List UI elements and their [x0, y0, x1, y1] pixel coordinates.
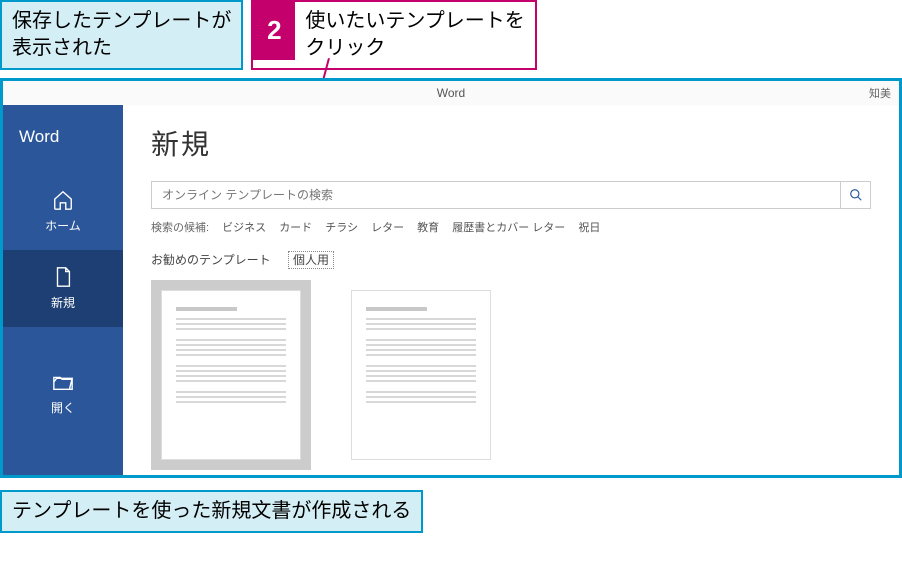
- sidebar-item-home[interactable]: ホーム: [3, 173, 123, 250]
- suggest-link[interactable]: チラシ: [325, 222, 358, 234]
- sidebar: Word ホーム 新規 開く: [3, 105, 123, 475]
- search-button[interactable]: [841, 181, 871, 209]
- template-thumbnail: [351, 290, 491, 460]
- suggest-link[interactable]: レター: [371, 222, 404, 234]
- suggest-link[interactable]: 教育: [417, 222, 439, 234]
- sidebar-label: 開く: [51, 399, 75, 416]
- main-panel: 新規 検索の候補: ビジネス カード チラシ レター 教育 履歴書とカバー レ: [123, 105, 899, 475]
- document-icon: [52, 266, 74, 288]
- word-window: Word 知美 Word ホーム 新規 開く: [0, 78, 902, 478]
- search-input[interactable]: [151, 181, 841, 209]
- callout-text: 保存したテンプレートが 表示された: [12, 10, 231, 59]
- template-label: 業務日報: [199, 474, 243, 475]
- template-card[interactable]: 業務日報: [151, 280, 311, 475]
- search-suggestions: 検索の候補: ビジネス カード チラシ レター 教育 履歴書とカバー レター 祝…: [151, 219, 871, 235]
- suggest-link[interactable]: ビジネス: [222, 222, 266, 234]
- sidebar-item-open[interactable]: 開く: [3, 355, 123, 432]
- callout-text: テンプレートを使った新規文書が作成される: [12, 500, 411, 522]
- page-title: 新規: [151, 123, 871, 163]
- home-icon: [52, 189, 74, 211]
- folder-open-icon: [52, 371, 74, 393]
- callout-text: 使いたいテンプレートを クリック: [295, 2, 534, 68]
- callout-saved-templates: 保存したテンプレートが 表示された: [0, 0, 243, 70]
- template-tabs: お勧めのテンプレート 個人用: [151, 251, 871, 268]
- search-icon: [849, 188, 863, 202]
- tab-personal[interactable]: 個人用: [288, 251, 334, 269]
- template-label: 業務日報: [399, 474, 443, 475]
- suggest-link[interactable]: カード: [279, 222, 312, 234]
- suggest-label: 検索の候補:: [151, 222, 209, 234]
- user-name: 知美: [869, 85, 891, 101]
- sidebar-label: ホーム: [45, 217, 81, 234]
- app-title: Word: [437, 86, 465, 100]
- template-thumbnail: [161, 290, 301, 460]
- tab-recommended[interactable]: お勧めのテンプレート: [151, 253, 271, 267]
- callout-result: テンプレートを使った新規文書が作成される: [0, 490, 423, 533]
- suggest-link[interactable]: 履歴書とカバー レター: [452, 222, 565, 234]
- suggest-link[interactable]: 祝日: [578, 222, 600, 234]
- titlebar: Word 知美: [3, 81, 899, 105]
- step-number: 2: [253, 2, 295, 60]
- app-logo: Word: [3, 105, 123, 173]
- template-card[interactable]: 業務日報: [341, 280, 501, 475]
- callout-step-2: 2 使いたいテンプレートを クリック: [251, 0, 536, 70]
- sidebar-item-new[interactable]: 新規: [3, 250, 123, 327]
- sidebar-label: 新規: [51, 294, 75, 311]
